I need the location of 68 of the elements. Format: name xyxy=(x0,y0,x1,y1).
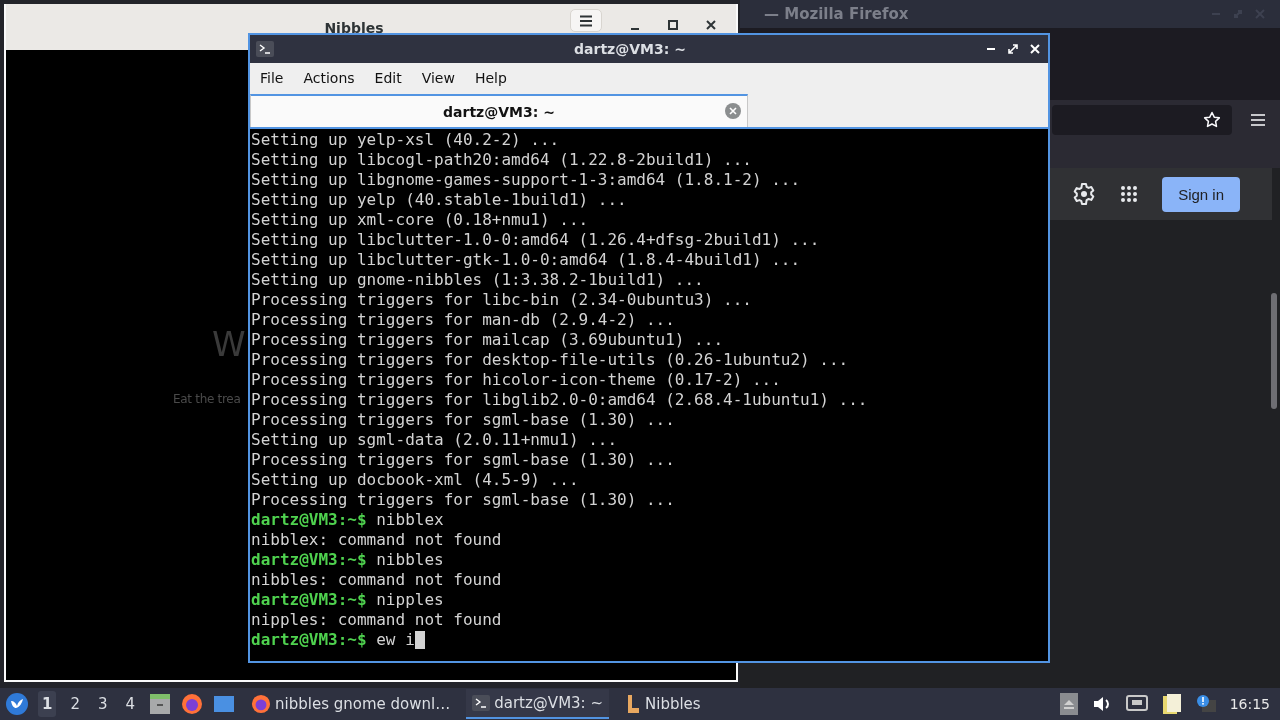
terminal-line: Processing triggers for sgml-base (1.30) ... xyxy=(251,410,675,430)
terminal-line: Processing triggers for sgml-base (1.30) ... xyxy=(251,490,675,510)
terminal-line: nibblex: command not found xyxy=(251,530,502,550)
terminal-line: Setting up yelp (40.stable-1build1) ... xyxy=(251,190,627,210)
menu-item[interactable]: Help xyxy=(464,66,517,90)
terminal-line: Processing triggers for libglib2.0-0:amd64 (2.68.4-1ubuntu1) ... xyxy=(251,390,868,410)
terminal-icon xyxy=(472,695,491,711)
file-cabinet-icon[interactable] xyxy=(149,694,172,714)
terminal-line: nipples: command not found xyxy=(251,610,502,630)
task-button[interactable]: nibbles gnome downl… xyxy=(245,689,457,719)
terminal-line: Setting up sgml-data (2.0.11+nmu1) ... xyxy=(251,430,618,450)
task-button[interactable]: dartz@VM3: ~ xyxy=(466,689,609,719)
welcome-subtitle: Eat the trea xyxy=(173,392,241,406)
terminal-line: Setting up libgnome-games-support-1-3:amd64 (1.8.1-2) ... xyxy=(251,170,801,190)
terminal-tab[interactable]: dartz@VM3: ~ xyxy=(250,94,748,127)
terminal-line: dartz@VM3:~$ ew i xyxy=(251,630,415,650)
sign-in-button[interactable]: Sign in xyxy=(1162,176,1240,212)
workspace-button[interactable]: 1 xyxy=(38,691,57,717)
terminal-line: Setting up docbook-xml (4.5-9) ... xyxy=(251,470,579,490)
window-title: Nibbles xyxy=(323,20,385,36)
window-title: dartz@VM3: ~ xyxy=(573,41,687,57)
notification-icon[interactable] xyxy=(1195,694,1216,714)
terminal-line: Setting up yelp-xsl (40.2-2) ... xyxy=(251,130,560,150)
eject-icon[interactable] xyxy=(1059,693,1078,715)
menu-item[interactable]: Edit xyxy=(364,66,412,90)
star-icon[interactable] xyxy=(1202,110,1222,130)
menu-icon xyxy=(579,14,593,27)
browser-icon xyxy=(251,694,272,714)
terminal-line: Setting up libcogl-path20:amd64 (1.22.8-2build1) ... xyxy=(251,150,752,170)
network-icon[interactable] xyxy=(1125,695,1148,713)
terminal-line: Processing triggers for man-db (2.9.4-2) ... xyxy=(251,310,675,330)
bird-icon[interactable] xyxy=(6,693,28,715)
window-icon[interactable] xyxy=(213,695,236,713)
close-icon[interactable] xyxy=(706,20,716,30)
terminal-line: Setting up libclutter-gtk-1.0-0:amd64 (1.8.4-4build1) ... xyxy=(251,250,801,270)
notes-icon[interactable] xyxy=(1161,693,1182,715)
welcome-heading: W xyxy=(212,324,246,364)
terminal-line: dartz@VM3:~$ nibblex xyxy=(251,510,444,530)
menu-icon[interactable] xyxy=(1250,113,1266,127)
scrollbar-thumb[interactable] xyxy=(1271,293,1277,409)
menu-item[interactable]: Actions xyxy=(293,66,365,90)
window-title: — Mozilla Firefox xyxy=(764,5,910,23)
terminal-line: Processing triggers for libc-bin (2.34-0ubuntu3) ... xyxy=(251,290,752,310)
terminal-line: Processing triggers for desktop-file-utils (0.26-1ubuntu2) ... xyxy=(251,350,849,370)
maximize-icon[interactable] xyxy=(668,20,678,30)
terminal-line: Setting up xml-core (0.18+nmu1) ... xyxy=(251,210,589,230)
settings-icon[interactable] xyxy=(1072,182,1097,206)
browser-icon[interactable] xyxy=(181,693,204,715)
workspace-button[interactable]: 4 xyxy=(121,691,140,717)
volume-icon[interactable] xyxy=(1091,695,1112,713)
terminal-line: Setting up libclutter-1.0-0:amd64 (1.26.4+dfsg-2build1) ... xyxy=(251,230,820,250)
menu-item[interactable]: File xyxy=(250,66,294,90)
apps-grid-icon[interactable] xyxy=(1120,185,1139,203)
menu-button[interactable] xyxy=(570,9,602,32)
workspace-button[interactable]: 2 xyxy=(66,691,84,717)
task-button[interactable]: Nibbles xyxy=(619,689,707,719)
terminal-line: Processing triggers for mailcap (3.69ubuntu1) ... xyxy=(251,330,723,350)
terminal-icon xyxy=(256,41,274,57)
workspace-button[interactable]: 3 xyxy=(94,691,112,717)
terminal-line: Processing triggers for sgml-base (1.30) ... xyxy=(251,450,675,470)
terminal-line: Processing triggers for hicolor-icon-theme (0.17-2) ... xyxy=(251,370,781,390)
terminal-line: nibbles: command not found xyxy=(251,570,502,590)
terminal-line: dartz@VM3:~$ nipples xyxy=(251,590,444,610)
menu-item[interactable]: View xyxy=(411,66,465,90)
foot-icon xyxy=(625,694,641,714)
clock: 16:15 xyxy=(1229,696,1270,712)
terminal-line: dartz@VM3:~$ nibbles xyxy=(251,550,444,570)
terminal-line: Setting up gnome-nibbles (1:3.38.2-1build1) ... xyxy=(251,270,704,290)
